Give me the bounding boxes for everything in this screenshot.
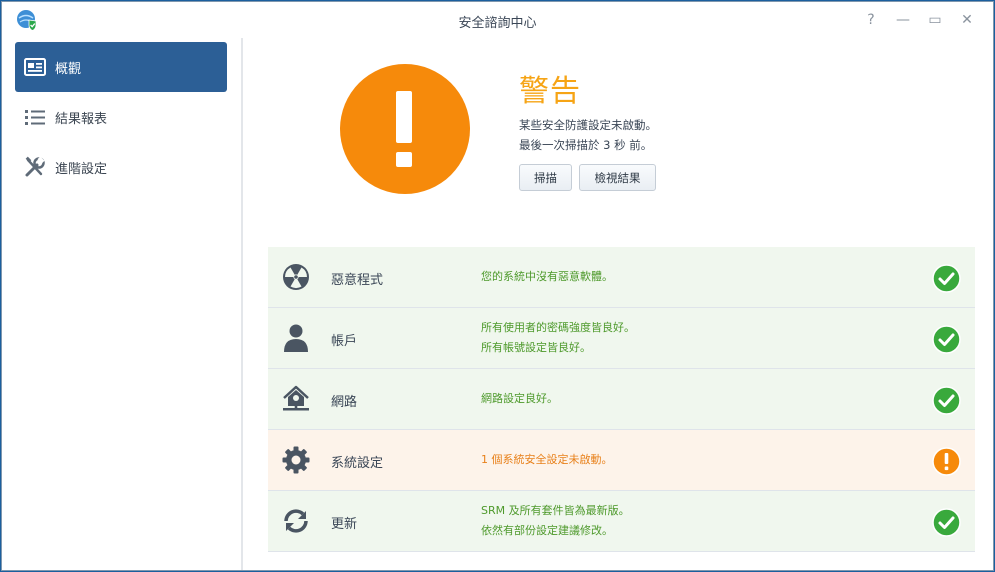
list-icon <box>24 106 46 128</box>
category-name: 惡意程式 <box>331 273 384 288</box>
ok-check-icon <box>932 508 961 537</box>
overview-icon <box>24 56 46 78</box>
minimize-button[interactable]: — <box>887 10 919 30</box>
title-bar[interactable]: 安全諮詢中心 ? — ▭ ✕ <box>2 2 993 38</box>
warning-exclamation-icon <box>932 447 961 476</box>
category-row-system-settings[interactable]: 系統設定 1 個系統安全設定未啟動。 <box>268 430 975 491</box>
category-name: 系統設定 <box>331 456 384 471</box>
sidebar: 概觀 結果報表 進階設定 <box>2 38 243 570</box>
category-row-malware[interactable]: 惡意程式 您的系統中沒有惡意軟體。 <box>268 247 975 308</box>
scan-button[interactable]: 掃描 <box>519 164 572 191</box>
category-row-network[interactable]: 網路 網路設定良好。 <box>268 369 975 430</box>
category-message: 所有使用者的密碼強度皆良好。 <box>481 321 635 334</box>
tools-icon <box>24 156 46 178</box>
network-home-icon <box>281 384 311 414</box>
category-message: 網路設定良好。 <box>481 392 558 405</box>
category-message: 1 個系統安全設定未啟動。 <box>481 453 613 466</box>
sidebar-item-reports[interactable]: 結果報表 <box>15 92 227 142</box>
user-icon <box>281 323 311 353</box>
status-description: 某些安全防護設定未啟動。 <box>519 118 657 132</box>
ok-check-icon <box>932 386 961 415</box>
maximize-button[interactable]: ▭ <box>919 10 951 30</box>
category-row-accounts[interactable]: 帳戶 所有使用者的密碼強度皆良好。 所有帳號設定皆良好。 <box>268 308 975 369</box>
app-window: 安全諮詢中心 ? — ▭ ✕ 概觀 結果報表 進階設定 警告 某些安全防護設定未… <box>1 1 994 571</box>
warning-status-icon <box>340 64 470 194</box>
category-row-update[interactable]: 更新 SRM 及所有套件皆為最新版。 依然有部份設定建議修改。 <box>268 491 975 552</box>
overview-panel: 警告 某些安全防護設定未啟動。 最後一次掃描於 3 秒 前。 掃描 檢視結果 惡… <box>245 38 993 570</box>
gear-icon <box>281 445 311 475</box>
sidebar-item-overview[interactable]: 概觀 <box>15 42 227 92</box>
window-title: 安全諮詢中心 <box>458 16 537 31</box>
sidebar-item-label: 概觀 <box>55 61 82 77</box>
sidebar-item-label: 進階設定 <box>55 161 108 177</box>
minimize-icon: — <box>896 12 910 28</box>
category-name: 更新 <box>331 517 358 532</box>
close-icon: ✕ <box>961 12 973 28</box>
category-message: 所有帳號設定皆良好。 <box>481 341 591 354</box>
last-scan-time: 最後一次掃描於 3 秒 前。 <box>519 138 653 152</box>
ok-check-icon <box>932 325 961 354</box>
category-name: 帳戶 <box>331 334 358 349</box>
close-button[interactable]: ✕ <box>951 10 983 30</box>
category-name: 網路 <box>331 395 358 410</box>
ok-check-icon <box>932 264 961 293</box>
sidebar-item-advanced-settings[interactable]: 進階設定 <box>15 142 227 192</box>
help-icon: ? <box>867 12 875 28</box>
category-list: 惡意程式 您的系統中沒有惡意軟體。 帳戶 所有使用者的密碼強度皆良好。 所有帳號 <box>268 247 975 552</box>
refresh-icon <box>281 506 311 536</box>
sidebar-item-label: 結果報表 <box>55 111 108 127</box>
status-headline: 警告 <box>519 74 581 109</box>
category-message: SRM 及所有套件皆為最新版。 <box>481 504 630 517</box>
view-results-button[interactable]: 檢視結果 <box>579 164 656 191</box>
category-message: 您的系統中沒有惡意軟體。 <box>481 270 613 283</box>
radiation-icon <box>281 262 311 292</box>
category-message: 依然有部份設定建議修改。 <box>481 524 613 537</box>
help-button[interactable]: ? <box>855 10 887 30</box>
maximize-icon: ▭ <box>928 12 942 28</box>
